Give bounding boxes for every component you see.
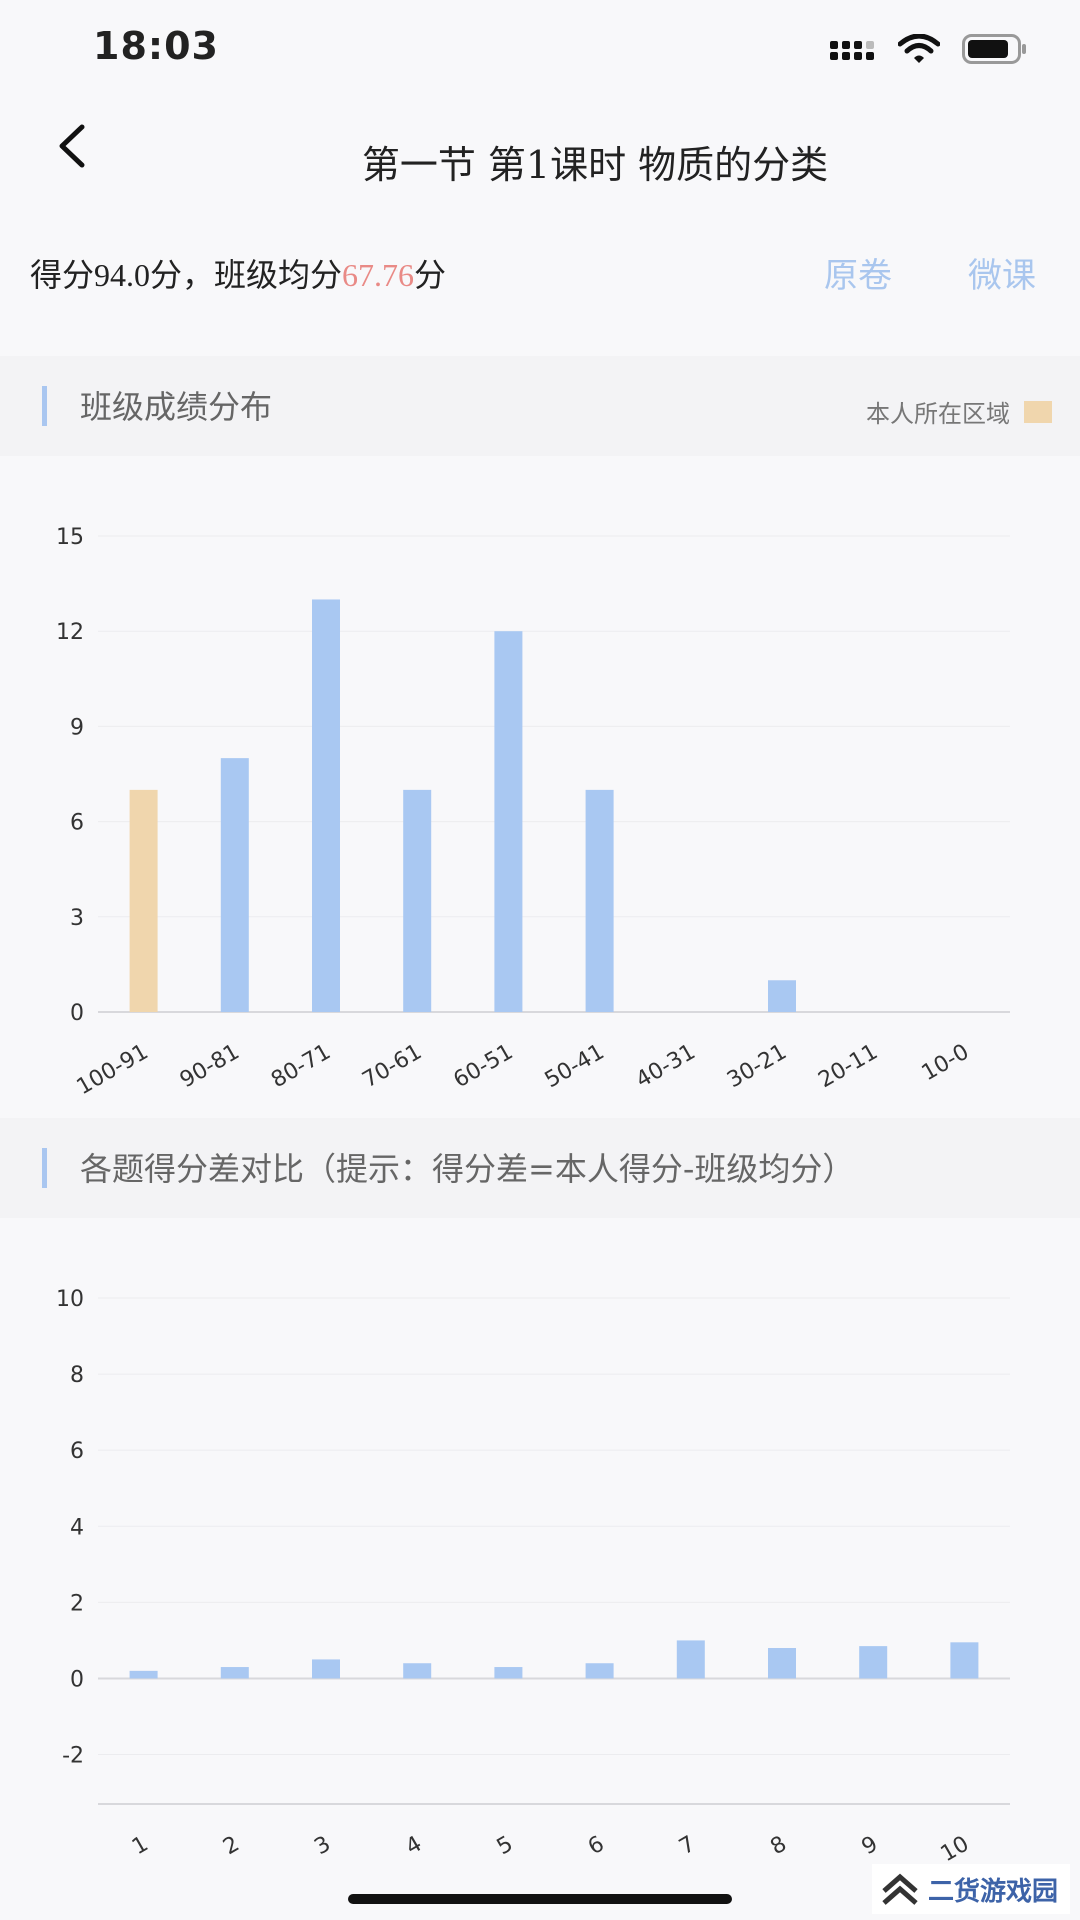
bar xyxy=(220,758,249,1012)
y-tick-label: 15 xyxy=(56,525,84,550)
y-tick-label: 3 xyxy=(70,906,84,931)
x-tick-label: 50-41 xyxy=(541,1040,609,1094)
status-time: 18:03 xyxy=(93,24,219,68)
legend: 本人所在区域 xyxy=(866,394,1052,429)
double-chevron-up-icon xyxy=(882,1873,918,1905)
x-tick-label: 10-0 xyxy=(918,1040,974,1087)
distribution-chart-svg: 0 3 6 9 12 15 100-91 90-81 80-71 70-61 60-51 50-41 4… xyxy=(56,525,1010,1101)
bar xyxy=(585,1663,614,1679)
y-tick-label: 6 xyxy=(70,811,84,836)
bar xyxy=(220,1667,249,1679)
status-bar: 18:03 xyxy=(0,0,1080,96)
x-tick-label: 80-71 xyxy=(267,1040,335,1094)
y-tick-label: 4 xyxy=(70,1515,84,1540)
score-row: 得分94.0分，班级均分67.76分 原卷 微课 xyxy=(0,236,1080,306)
x-tick-label: 3 xyxy=(310,1832,335,1861)
watermark: 二货游戏园 xyxy=(872,1864,1070,1914)
x-tick-label: 100-91 xyxy=(73,1040,153,1101)
x-tick-label: 2 xyxy=(219,1832,244,1861)
score-diff-chart: -2 0 2 4 6 8 10 1 2 3 4 5 6 7 8 9 10 xyxy=(0,1218,1080,1878)
score-suffix: 分 xyxy=(414,257,447,293)
bar xyxy=(403,1663,432,1679)
section-accent-bar xyxy=(42,386,47,426)
x-tick-label: 4 xyxy=(402,1832,427,1861)
distribution-chart: 0 3 6 9 12 15 100-91 90-81 80-71 70-61 60-51 50-41 4… xyxy=(0,456,1080,1116)
x-tick-label: 6 xyxy=(584,1832,609,1861)
y-tick-label: 10 xyxy=(56,1287,84,1312)
x-tick-label: 10 xyxy=(937,1832,974,1868)
class-average-value: 67.76 xyxy=(342,257,415,293)
page-title: 第一节 第1课时 物质的分类 xyxy=(361,143,829,187)
y-tick-label: 2 xyxy=(70,1591,84,1616)
x-tick-label: 5 xyxy=(493,1832,518,1861)
legend-label: 本人所在区域 xyxy=(866,400,1010,428)
x-tick-label: 7 xyxy=(675,1832,700,1861)
original-paper-link[interactable]: 原卷 xyxy=(824,248,892,297)
x-tick-label: 40-31 xyxy=(632,1040,700,1094)
bar xyxy=(312,599,340,1012)
bar xyxy=(312,1659,340,1679)
bar xyxy=(859,1646,888,1679)
watermark-text: 二货游戏园 xyxy=(928,1876,1059,1907)
diff-section-title: 各题得分差对比（提示：得分差=本人得分-班级均分） xyxy=(80,1150,855,1188)
battery-icon xyxy=(962,34,1026,64)
bar xyxy=(768,980,796,1012)
x-tick-label: 30-21 xyxy=(723,1040,791,1094)
x-tick-label: 1 xyxy=(128,1832,153,1861)
home-indicator[interactable] xyxy=(348,1894,732,1904)
section-accent-bar xyxy=(42,1148,47,1188)
bar xyxy=(768,1648,796,1679)
x-tick-label: 90-81 xyxy=(176,1040,244,1094)
wifi-icon xyxy=(898,34,940,63)
status-icons xyxy=(830,34,1028,64)
distribution-section-title: 班级成绩分布 xyxy=(80,388,273,426)
micro-lesson-link[interactable]: 微课 xyxy=(968,248,1036,297)
score-diff-chart-svg: -202468101 2 3 4 5 6 7 8 9 10 xyxy=(56,1287,1010,1868)
cellular-signal-icon xyxy=(830,41,874,60)
distribution-section-header: 班级成绩分布 本人所在区域 xyxy=(0,356,1080,456)
y-tick-label: -2 xyxy=(62,1744,84,1769)
y-tick-label: 0 xyxy=(70,1667,84,1692)
y-tick-label: 0 xyxy=(70,1001,84,1026)
y-tick-label: 8 xyxy=(70,1363,84,1388)
diff-section-header: 各题得分差对比（提示：得分差=本人得分-班级均分） xyxy=(0,1118,1080,1218)
x-tick-label: 9 xyxy=(858,1832,883,1861)
score-summary: 得分94.0分，班级均分67.76分 xyxy=(30,250,446,296)
x-tick-label: 8 xyxy=(766,1832,791,1861)
bar xyxy=(129,1670,158,1679)
bar xyxy=(494,1667,523,1679)
bar xyxy=(676,1640,705,1679)
x-tick-label: 60-51 xyxy=(450,1040,518,1094)
bar xyxy=(403,789,432,1012)
y-tick-label: 12 xyxy=(56,620,84,645)
y-tick-label: 6 xyxy=(70,1439,84,1464)
nav-bar: 第一节 第1课时 物质的分类 xyxy=(0,96,1080,216)
y-tick-label: 9 xyxy=(70,715,84,740)
x-tick-label: 20-11 xyxy=(814,1040,882,1094)
bar xyxy=(129,789,158,1012)
bar xyxy=(950,1642,979,1679)
bar xyxy=(585,789,614,1012)
bar xyxy=(494,631,523,1012)
x-tick-label: 70-61 xyxy=(358,1040,426,1094)
legend-swatch xyxy=(1024,400,1052,423)
score-prefix: 得分94.0分，班级均分 xyxy=(30,257,343,293)
